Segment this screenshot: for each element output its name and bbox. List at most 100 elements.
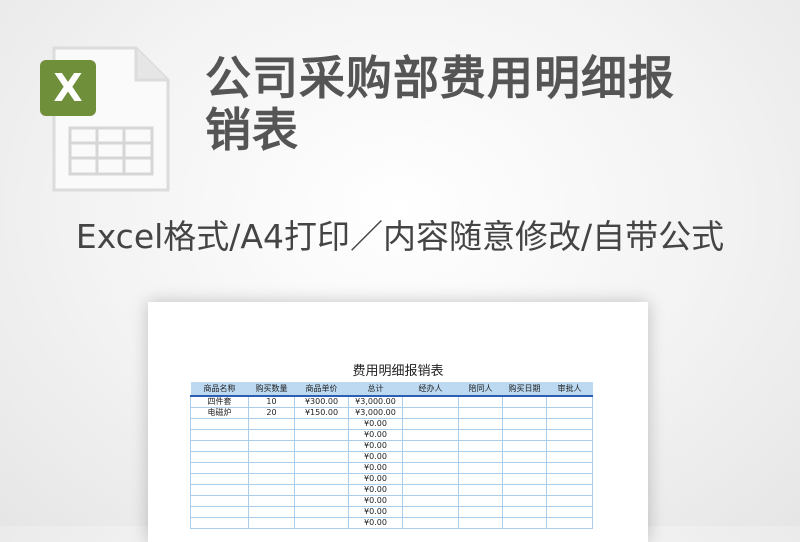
table-cell[interactable] — [294, 517, 349, 529]
table-cell[interactable] — [458, 395, 503, 408]
table-cell[interactable] — [458, 506, 503, 518]
table-cell[interactable]: ¥3,000.00 — [348, 395, 403, 408]
table-cell[interactable]: ¥0.00 — [348, 451, 403, 463]
table-cell[interactable] — [502, 462, 547, 474]
table-cell[interactable]: ¥0.00 — [348, 473, 403, 485]
table-cell[interactable] — [458, 418, 503, 430]
table-cell[interactable] — [546, 440, 593, 452]
table-cell[interactable] — [248, 451, 295, 463]
table-cell[interactable] — [458, 429, 503, 441]
table-cell[interactable] — [546, 473, 593, 485]
table-cell[interactable] — [502, 440, 547, 452]
table-cell[interactable] — [458, 407, 503, 419]
table-cell[interactable] — [190, 506, 249, 518]
table-row: ¥0.00 — [190, 506, 593, 518]
table-cell[interactable] — [402, 462, 459, 474]
table-row: 四件套 10 ¥300.00 ¥3,000.00 — [190, 395, 593, 408]
table-cell[interactable] — [402, 395, 459, 408]
table-cell[interactable] — [502, 484, 547, 496]
table-cell[interactable] — [546, 395, 593, 408]
table-cell[interactable] — [402, 451, 459, 463]
table-cell[interactable] — [546, 506, 593, 518]
table-cell[interactable] — [190, 484, 249, 496]
table-cell[interactable] — [294, 473, 349, 485]
table-cell[interactable]: 电磁炉 — [190, 407, 249, 419]
table-cell[interactable] — [190, 451, 249, 463]
table-cell[interactable]: ¥0.00 — [348, 418, 403, 430]
table-cell[interactable]: ¥3,000.00 — [348, 407, 403, 419]
table-cell[interactable] — [502, 395, 547, 408]
column-header: 陪同人 — [458, 382, 503, 397]
table-cell[interactable]: ¥0.00 — [348, 484, 403, 496]
table-cell[interactable]: ¥0.00 — [348, 440, 403, 452]
table-cell[interactable] — [190, 462, 249, 474]
table-cell[interactable] — [248, 484, 295, 496]
table-cell[interactable] — [458, 517, 503, 529]
table-cell[interactable] — [458, 495, 503, 507]
table-cell[interactable] — [248, 462, 295, 474]
table-cell[interactable] — [294, 418, 349, 430]
table-cell[interactable] — [546, 429, 593, 441]
table-cell[interactable] — [458, 451, 503, 463]
table-cell[interactable]: ¥0.00 — [348, 429, 403, 441]
table-cell[interactable] — [248, 495, 295, 507]
table-cell[interactable] — [402, 495, 459, 507]
table-cell[interactable] — [248, 418, 295, 430]
table-cell[interactable] — [248, 440, 295, 452]
table-cell[interactable] — [248, 429, 295, 441]
table-cell[interactable]: ¥0.00 — [348, 495, 403, 507]
table-cell[interactable]: ¥0.00 — [348, 462, 403, 474]
table-cell[interactable] — [502, 517, 547, 529]
table-cell[interactable] — [546, 418, 593, 430]
table-cell[interactable] — [458, 440, 503, 452]
table-cell[interactable] — [190, 440, 249, 452]
table-cell[interactable] — [546, 451, 593, 463]
table-cell[interactable] — [294, 440, 349, 452]
table-cell[interactable] — [190, 495, 249, 507]
table-cell[interactable] — [190, 429, 249, 441]
table-cell[interactable]: ¥0.00 — [348, 517, 403, 529]
table-cell[interactable] — [248, 506, 295, 518]
table-cell[interactable] — [402, 473, 459, 485]
table-cell[interactable]: ¥150.00 — [294, 407, 349, 419]
table-cell[interactable] — [190, 473, 249, 485]
table-cell[interactable] — [294, 462, 349, 474]
table-cell[interactable]: 20 — [248, 407, 295, 419]
table-cell[interactable]: 10 — [248, 395, 295, 408]
table-cell[interactable] — [458, 462, 503, 474]
table-cell[interactable] — [294, 429, 349, 441]
table-cell[interactable] — [458, 484, 503, 496]
table-cell[interactable]: 四件套 — [190, 395, 249, 408]
table-cell[interactable] — [546, 484, 593, 496]
table-cell[interactable] — [190, 517, 249, 529]
table-cell[interactable] — [502, 418, 547, 430]
table-cell[interactable] — [458, 473, 503, 485]
table-cell[interactable] — [546, 517, 593, 529]
table-cell[interactable] — [402, 407, 459, 419]
table-cell[interactable] — [402, 429, 459, 441]
table-row: ¥0.00 — [190, 418, 593, 430]
table-cell[interactable] — [546, 407, 593, 419]
table-cell[interactable] — [248, 473, 295, 485]
table-cell[interactable] — [502, 407, 547, 419]
table-cell[interactable] — [402, 484, 459, 496]
table-cell[interactable] — [502, 429, 547, 441]
table-cell[interactable] — [402, 506, 459, 518]
table-cell[interactable] — [402, 440, 459, 452]
table-cell[interactable] — [294, 506, 349, 518]
table-cell[interactable] — [546, 495, 593, 507]
table-cell[interactable] — [502, 495, 547, 507]
table-cell[interactable] — [294, 495, 349, 507]
table-cell[interactable] — [502, 506, 547, 518]
table-cell[interactable] — [248, 517, 295, 529]
table-cell[interactable] — [502, 451, 547, 463]
table-cell[interactable] — [294, 451, 349, 463]
table-cell[interactable]: ¥300.00 — [294, 395, 349, 408]
table-cell[interactable] — [502, 473, 547, 485]
table-cell[interactable] — [402, 517, 459, 529]
table-cell[interactable] — [294, 484, 349, 496]
table-cell[interactable] — [190, 418, 249, 430]
table-cell[interactable] — [402, 418, 459, 430]
table-cell[interactable]: ¥0.00 — [348, 506, 403, 518]
table-cell[interactable] — [546, 462, 593, 474]
